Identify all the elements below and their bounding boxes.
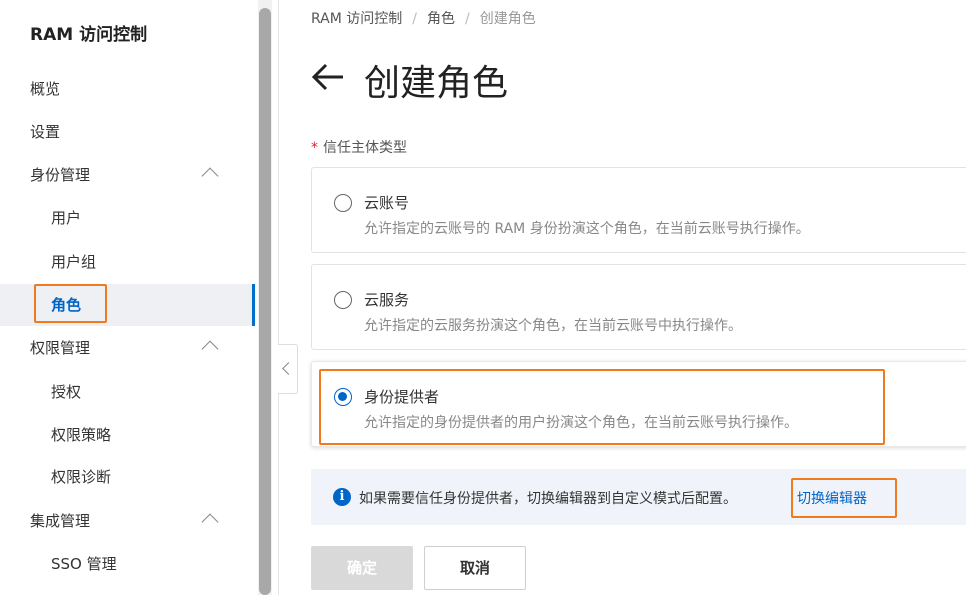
breadcrumb-item-current: 创建角色: [479, 11, 536, 27]
radio-cloud-service[interactable]: [334, 291, 352, 309]
info-text: 如果需要信任身份提供者，切换编辑器到自定义模式后配置。: [359, 491, 737, 507]
sidebar-item-label: 身份管理: [30, 166, 91, 184]
sidebar-item-label: SSO 管理: [51, 555, 117, 573]
sidebar-item-policies[interactable]: 权限策略: [0, 414, 254, 456]
field-label-trust-type: * 信任主体类型: [311, 137, 407, 157]
sidebar-scrollbar-thumb[interactable]: [259, 8, 271, 595]
chevron-left-icon: [282, 362, 295, 375]
sidebar-item-user-groups[interactable]: 用户组: [0, 241, 254, 283]
sidebar-title: RAM 访问控制: [30, 25, 148, 45]
sidebar-item-label: 用户组: [51, 253, 97, 271]
breadcrumb-item-ram[interactable]: RAM 访问控制: [311, 11, 402, 27]
field-label-text: 信任主体类型: [323, 140, 407, 156]
option-card-cloud-service[interactable]: 云服务 允许指定的云服务扮演这个角色，在当前云账号中执行操作。: [311, 264, 966, 350]
sidebar-item-label: 权限策略: [51, 426, 112, 444]
sidebar-item-label: 用户: [51, 209, 82, 227]
sidebar-item-label: 权限管理: [30, 339, 91, 357]
confirm-button[interactable]: 确定: [311, 546, 413, 590]
sidebar-item-settings[interactable]: 设置: [0, 111, 254, 153]
option-desc: 允许指定的云账号的 RAM 身份扮演这个角色，在当前云账号执行操作。: [364, 221, 810, 237]
sidebar-collapse-handle[interactable]: [278, 344, 298, 394]
required-mark: *: [311, 140, 318, 156]
sidebar-group-integration[interactable]: 集成管理: [0, 500, 254, 542]
sidebar-group-identity[interactable]: 身份管理: [0, 154, 254, 196]
sidebar-item-diagnostics[interactable]: 权限诊断: [0, 456, 254, 498]
chevron-up-icon: [201, 513, 219, 531]
sidebar-item-overview[interactable]: 概览: [0, 68, 254, 110]
sidebar-item-label: 权限诊断: [51, 468, 112, 486]
chevron-up-icon: [201, 167, 219, 185]
sidebar-group-permissions[interactable]: 权限管理: [0, 327, 254, 369]
radio-cloud-account[interactable]: [334, 194, 352, 212]
highlight-roles: [34, 284, 107, 323]
info-icon: i: [333, 488, 351, 506]
highlight-identity-provider: [319, 369, 885, 445]
option-desc: 允许指定的云服务扮演这个角色，在当前云账号中执行操作。: [364, 318, 742, 334]
cancel-button[interactable]: 取消: [424, 546, 526, 590]
sidebar: RAM 访问控制 概览 设置 身份管理 用户 用户组 角色 权限管理 授权 权限…: [0, 0, 258, 595]
sidebar-item-label: 设置: [30, 123, 61, 141]
breadcrumb-separator: /: [412, 11, 417, 27]
sidebar-item-users[interactable]: 用户: [0, 197, 254, 239]
page-title: 创建角色: [364, 63, 509, 104]
back-arrow-icon[interactable]: [311, 62, 345, 92]
sidebar-item-label: 集成管理: [30, 512, 91, 530]
option-title: 云服务: [364, 291, 410, 309]
breadcrumb-separator: /: [465, 11, 470, 27]
option-title: 云账号: [364, 194, 410, 212]
sidebar-item-label: 授权: [51, 383, 82, 401]
breadcrumb: RAM 访问控制 / 角色 / 创建角色: [311, 8, 536, 28]
sidebar-item-sso[interactable]: SSO 管理: [0, 543, 254, 585]
highlight-switch-editor: [791, 478, 897, 518]
breadcrumb-item-roles[interactable]: 角色: [427, 11, 455, 27]
option-card-cloud-account[interactable]: 云账号 允许指定的云账号的 RAM 身份扮演这个角色，在当前云账号执行操作。: [311, 167, 966, 253]
chevron-up-icon: [201, 340, 219, 358]
sidebar-item-label: 概览: [30, 80, 61, 98]
sidebar-item-grants[interactable]: 授权: [0, 371, 254, 413]
